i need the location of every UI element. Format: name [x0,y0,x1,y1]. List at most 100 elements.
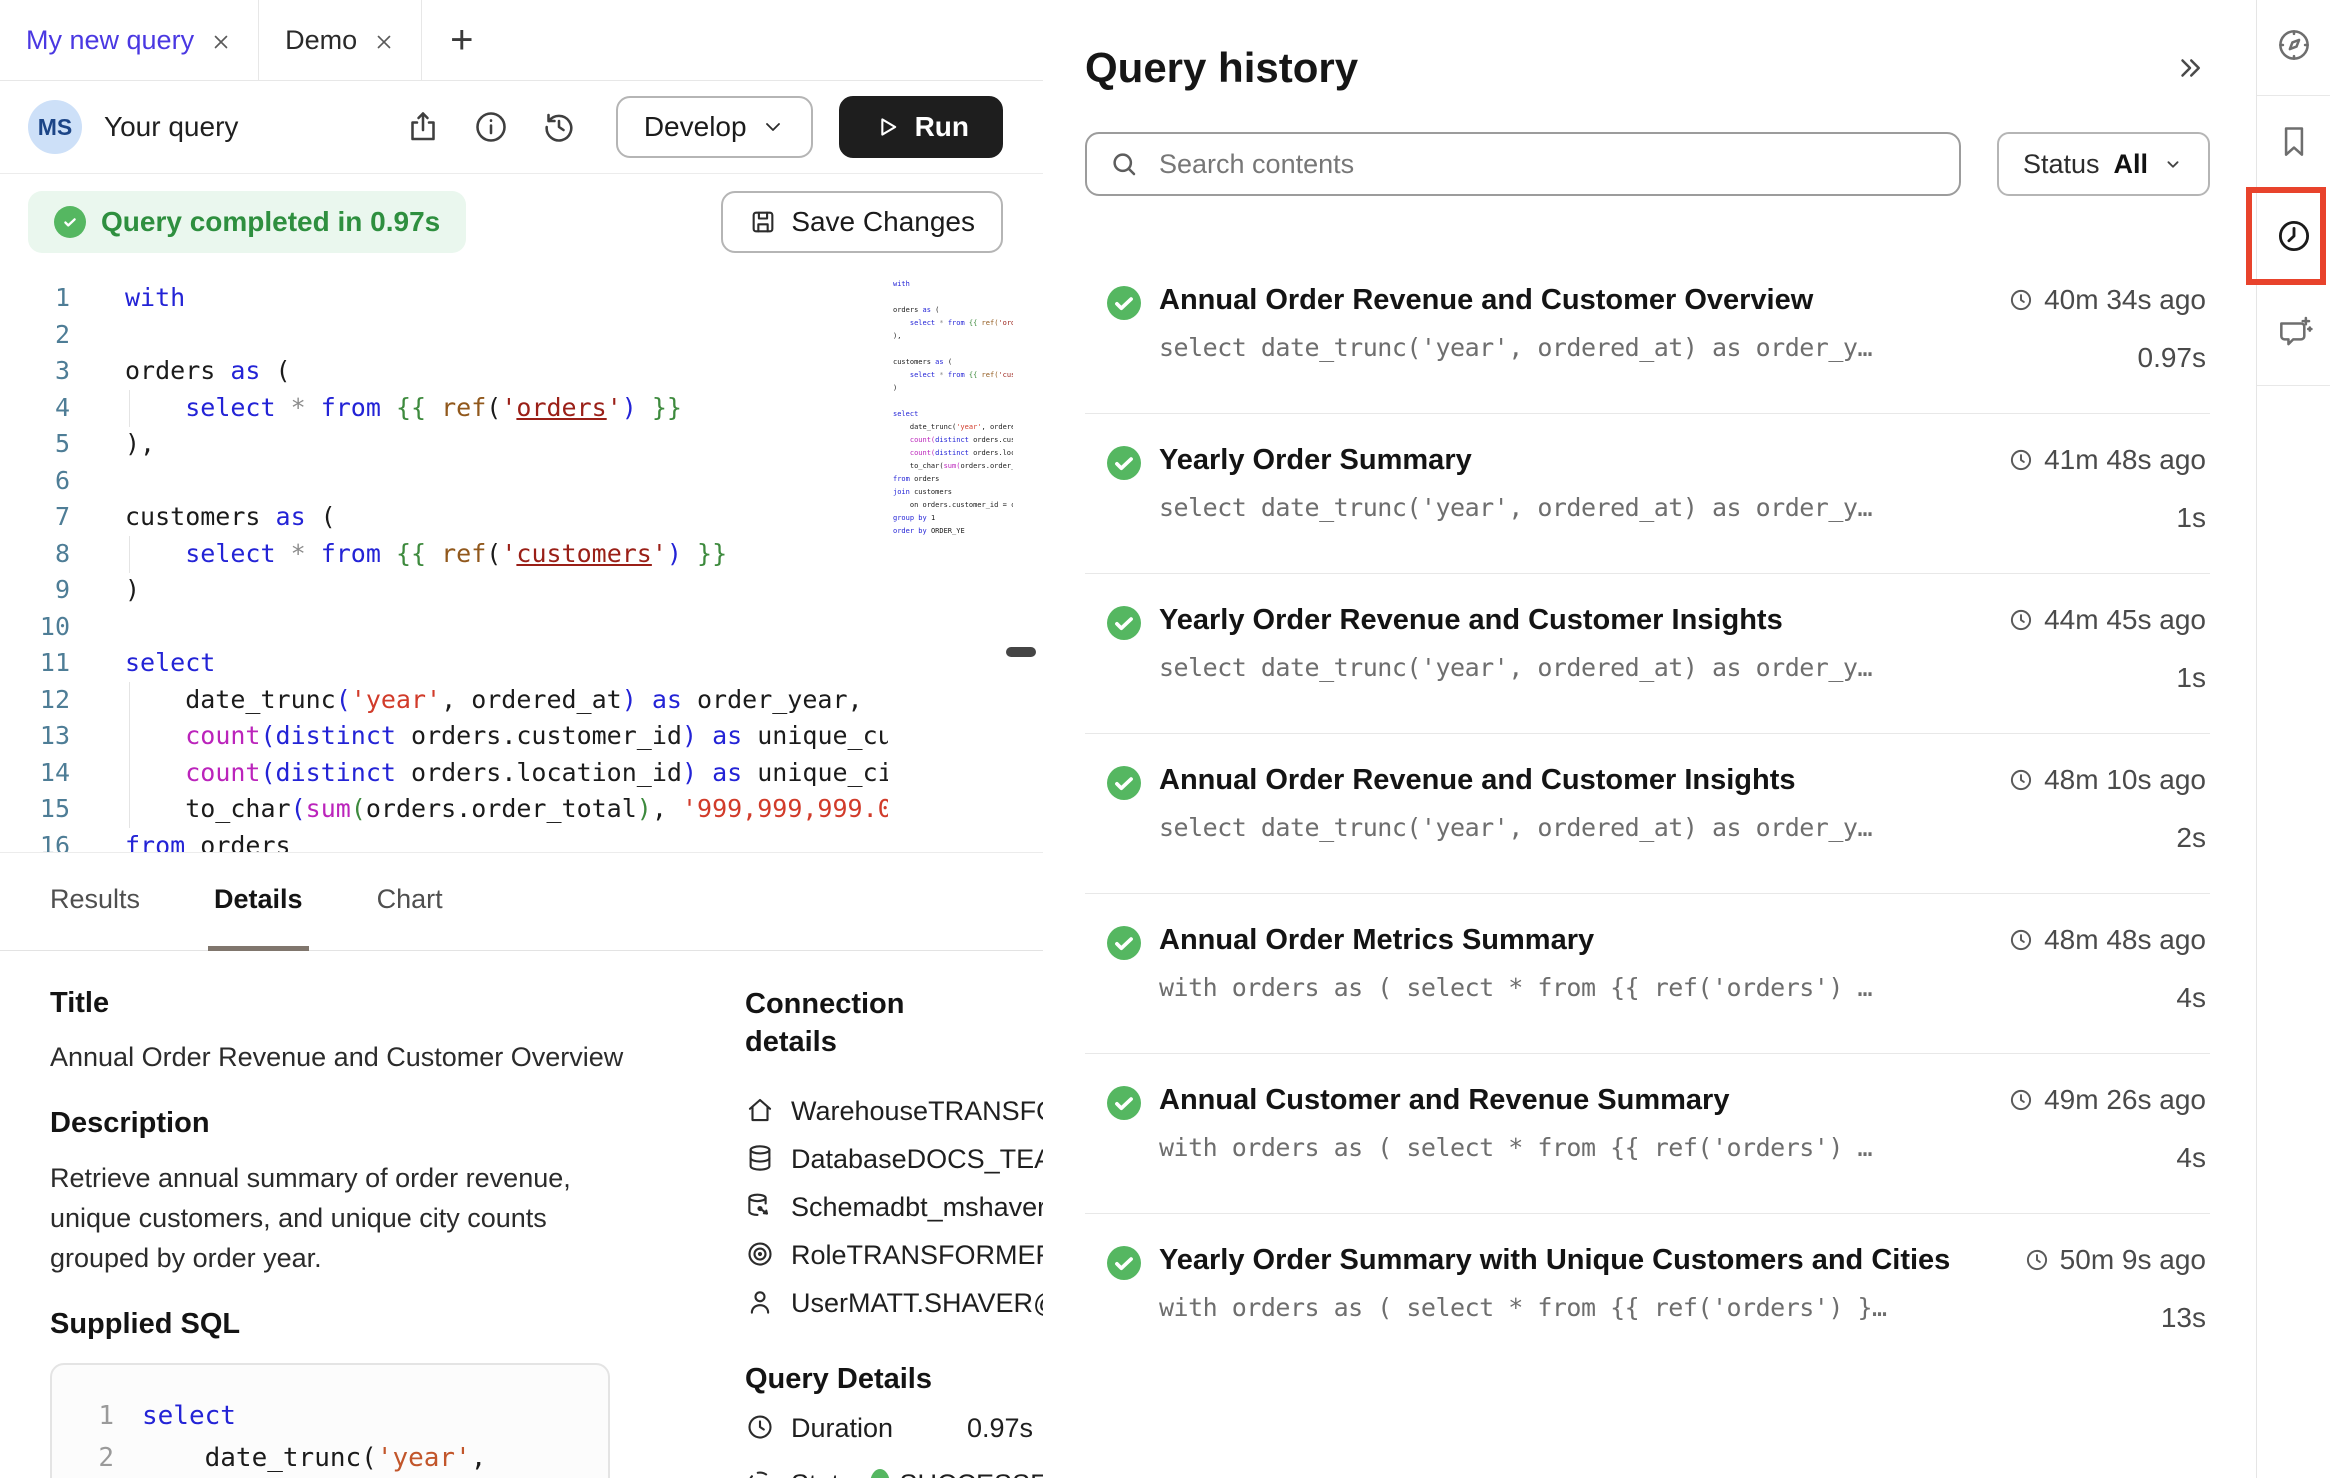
connection-row-database: DatabaseDOCS_TEAM_ [745,1135,1043,1183]
history-list-item[interactable]: Yearly Order Summaryselect date_trunc('y… [1085,414,2210,574]
line-number: 10 [0,612,70,641]
line-number: 7 [0,502,70,531]
history-item-time: 48m 10s ago [1976,764,2206,796]
history-item-meta: 50m 9s ago13s [1976,1244,2206,1374]
code-line: 10 [0,609,888,646]
code-line: 15 to_char(sum(orders.order_total), '999… [0,791,888,828]
description-label: Description [50,1107,680,1140]
code-line: 2 [0,317,888,354]
bookmark-icon [2275,123,2313,161]
line-number: 16 [0,831,70,853]
history-item-time: 48m 48s ago [1976,924,2206,956]
tab-results[interactable]: Results [44,853,146,951]
history-item-title: Annual Order Revenue and Customer Insigh… [1159,764,1976,797]
info-button[interactable] [470,106,512,148]
history-item-sql-preview: select date_trunc('year', ordered_at) as… [1159,493,1976,522]
explore-compass-button[interactable] [2274,25,2314,65]
history-list-item[interactable]: Yearly Order Summary with Unique Custome… [1085,1214,2210,1374]
clock-icon [2008,447,2034,473]
share-icon [405,109,441,145]
editor-tab-1[interactable]: My new query [0,0,259,80]
history-list-item[interactable]: Annual Order Revenue and Customer Overvi… [1085,254,2210,414]
code-text: orders as ( [125,356,291,385]
code-line: 14 count(distinct orders.location_id) as… [0,755,888,792]
code-line: 6 [0,463,888,500]
history-item-sql-preview: select date_trunc('year', ordered_at) as… [1159,813,1976,842]
close-tab-icon[interactable] [210,29,232,51]
sql-code-editor[interactable]: 1with23orders as (4 select * from {{ ref… [0,270,1043,852]
query-name: Your query [104,111,238,143]
time-ago-text: 41m 48s ago [2044,444,2206,476]
history-item-meta: 40m 34s ago0.97s [1976,284,2206,413]
history-list-item[interactable]: Annual Order Revenue and Customer Insigh… [1085,734,2210,894]
history-item-sql-preview: with orders as ( select * from {{ ref('o… [1159,973,1976,1002]
code-line: 13 count(distinct orders.customer_id) as… [0,718,888,755]
supplied-sql-line: 2 date_trunc('year', ordered_at) as orde… [72,1437,598,1478]
history-item-main: Yearly Order Revenue and Customer Insigh… [1159,604,1976,733]
history-item-sql-preview: with orders as ( select * from {{ ref('o… [1159,1133,1976,1162]
save-changes-label: Save Changes [791,206,975,238]
time-ago-text: 48m 48s ago [2044,924,2206,956]
search-wrap [1085,132,1961,196]
history-item-time: 40m 34s ago [1976,284,2206,316]
query-editor-panel: My new queryDemo+ MS Your query Develop … [0,0,1043,1478]
collapse-panel-button[interactable] [2170,48,2210,88]
clock-icon [745,1412,777,1444]
close-tab-icon[interactable] [373,29,395,51]
history-item-meta: 44m 45s ago1s [1976,604,2206,733]
code-line: 5), [0,426,888,463]
supplied-sql-box: 1select2 date_trunc('year', ordered_at) … [50,1363,610,1478]
query-history-button[interactable] [538,106,580,148]
history-item-duration: 13s [1976,1302,2206,1334]
editor-minimap[interactable]: with orders as ( select * from {{ ref('o… [893,278,1013,578]
editor-scrollbar-thumb[interactable] [1006,647,1036,657]
history-list: Annual Order Revenue and Customer Overvi… [1085,254,2210,1374]
status-label: Status [791,1469,868,1478]
status-value: SUCCESSFUL [900,1469,1043,1478]
search-input[interactable] [1085,132,1961,196]
info-icon [473,109,509,145]
duration-label: Duration [791,1413,931,1444]
play-icon [873,113,901,141]
connection-details-heading: Connection details [745,985,985,1061]
code-text: with [125,283,185,312]
history-item-sql-preview: select date_trunc('year', ordered_at) as… [1159,653,1976,682]
share-button[interactable] [402,106,444,148]
code-text: ), [125,429,155,458]
query-history-rail-button[interactable] [2274,216,2314,256]
line-number: 1 [0,283,70,312]
success-check-icon [1107,1246,1141,1280]
history-list-item[interactable]: Annual Customer and Revenue Summarywith … [1085,1054,2210,1214]
history-list-item[interactable]: Annual Order Metrics Summarywith orders … [1085,894,2210,1054]
warehouse-icon [745,1095,777,1127]
editor-tab-2[interactable]: Demo [259,0,422,80]
code-line: 3orders as ( [0,353,888,390]
clock-icon [2008,927,2034,953]
history-item-main: Annual Order Revenue and Customer Overvi… [1159,284,1976,413]
history-list-item[interactable]: Yearly Order Revenue and Customer Insigh… [1085,574,2210,734]
status-filter-dropdown[interactable]: Status All [1997,132,2210,196]
schema-icon [745,1191,777,1223]
line-number: 4 [0,393,70,422]
tab-details[interactable]: Details [208,853,309,951]
tab-chart[interactable]: Chart [371,853,449,951]
code-line: 16from orders [0,828,888,853]
double-chevron-right-icon [2175,53,2205,83]
history-item-time: 49m 26s ago [1976,1084,2206,1116]
bookmarks-button[interactable] [2274,122,2314,162]
supplied-sql-line: 1select [72,1395,598,1437]
develop-dropdown[interactable]: Develop [616,96,813,158]
avatar: MS [28,100,82,154]
run-button[interactable]: Run [839,96,1003,158]
query-history-title: Query history [1085,44,1358,92]
connection-value: TRANSFORM [928,1096,1043,1127]
history-item-main: Annual Customer and Revenue Summarywith … [1159,1084,1976,1213]
role-icon [745,1239,777,1271]
line-number: 5 [0,429,70,458]
code-text: customers as ( [125,502,336,531]
save-changes-button[interactable]: Save Changes [721,191,1003,253]
title-value: Annual Order Revenue and Customer Overvi… [50,1042,680,1073]
new-tab-button[interactable]: + [422,0,501,80]
ai-assistant-button[interactable] [2274,313,2314,353]
success-check-icon [1107,446,1141,480]
